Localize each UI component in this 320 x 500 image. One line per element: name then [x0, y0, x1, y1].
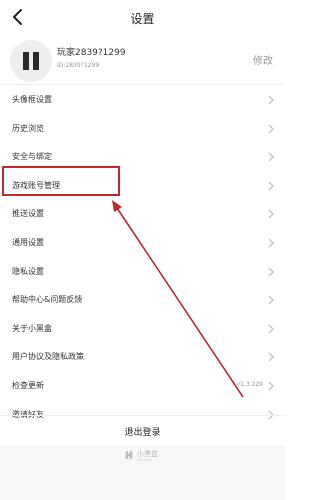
chevron-right-icon: [268, 124, 274, 134]
settings-item-1[interactable]: 头像框设置: [0, 86, 285, 115]
chevron-right-icon: [268, 267, 274, 276]
chevron-right-icon: [268, 238, 274, 248]
settings-item-2[interactable]: 历史浏览: [0, 115, 285, 144]
settings-item-label: 隐私设置: [12, 266, 44, 276]
heybox-logo-icon: [23, 52, 39, 70]
logout-button[interactable]: 退出登录: [0, 415, 285, 445]
divider: [0, 84, 285, 85]
highlight-box: [2, 166, 120, 196]
settings-item-11[interactable]: 检查更新 v1.3.229: [0, 372, 285, 401]
footer-tagline: HEYBOX: [137, 458, 153, 462]
chevron-right-icon: [268, 381, 274, 391]
settings-item-label: 推送设置: [12, 209, 44, 219]
settings-item-label: 检查更新: [12, 380, 44, 390]
chevron-right-icon: [268, 181, 274, 191]
settings-list: 头像框设置 历史浏览 安全与绑定 游戏账号管理 推送设置 通用设置 隐私设置 帮助中心&问题反…: [0, 86, 285, 429]
settings-item-label: 关于小黑盒: [12, 323, 52, 333]
settings-item-7[interactable]: 隐私设置: [0, 258, 285, 287]
chevron-right-icon: [268, 95, 274, 105]
settings-item-8[interactable]: 帮助中心&问题反馈: [0, 286, 285, 315]
chevron-right-icon: [268, 352, 274, 362]
logout-label: 退出登录: [124, 428, 161, 438]
profile-card[interactable]: 玩家2839?1299 ID:2839?1299 修改: [0, 34, 285, 86]
chevron-right-icon: [268, 324, 274, 334]
chevron-right-icon: [268, 209, 274, 219]
settings-item-label: 安全与绑定: [12, 152, 52, 162]
settings-item-10[interactable]: 用户协议及隐私政策: [0, 343, 285, 372]
settings-item-label: 用户协议及隐私政策: [12, 352, 84, 362]
settings-item-9[interactable]: 关于小黑盒: [0, 315, 285, 344]
chevron-right-icon: [268, 295, 274, 305]
user-id: ID:2839?1299: [57, 62, 100, 69]
settings-item-label: 通用设置: [12, 237, 44, 247]
settings-item-5[interactable]: 推送设置: [0, 200, 285, 229]
edit-profile-button[interactable]: 修改: [253, 52, 273, 67]
settings-item-label: 头像框设置: [12, 95, 52, 104]
top-bar: 设置: [0, 0, 285, 34]
heybox-footer-logo-icon: [125, 451, 133, 459]
footer: 小黑盒 HEYBOX: [0, 445, 285, 500]
settings-item-label: 历史浏览: [12, 123, 44, 133]
version-value: v1.3.229: [236, 380, 263, 388]
page-title: 设置: [130, 12, 155, 26]
avatar[interactable]: [10, 40, 52, 82]
settings-item-6[interactable]: 通用设置: [0, 229, 285, 258]
username: 玩家2839?1299: [57, 48, 126, 58]
chevron-right-icon: [268, 152, 274, 162]
settings-item-label: 帮助中心&问题反馈: [12, 295, 83, 305]
